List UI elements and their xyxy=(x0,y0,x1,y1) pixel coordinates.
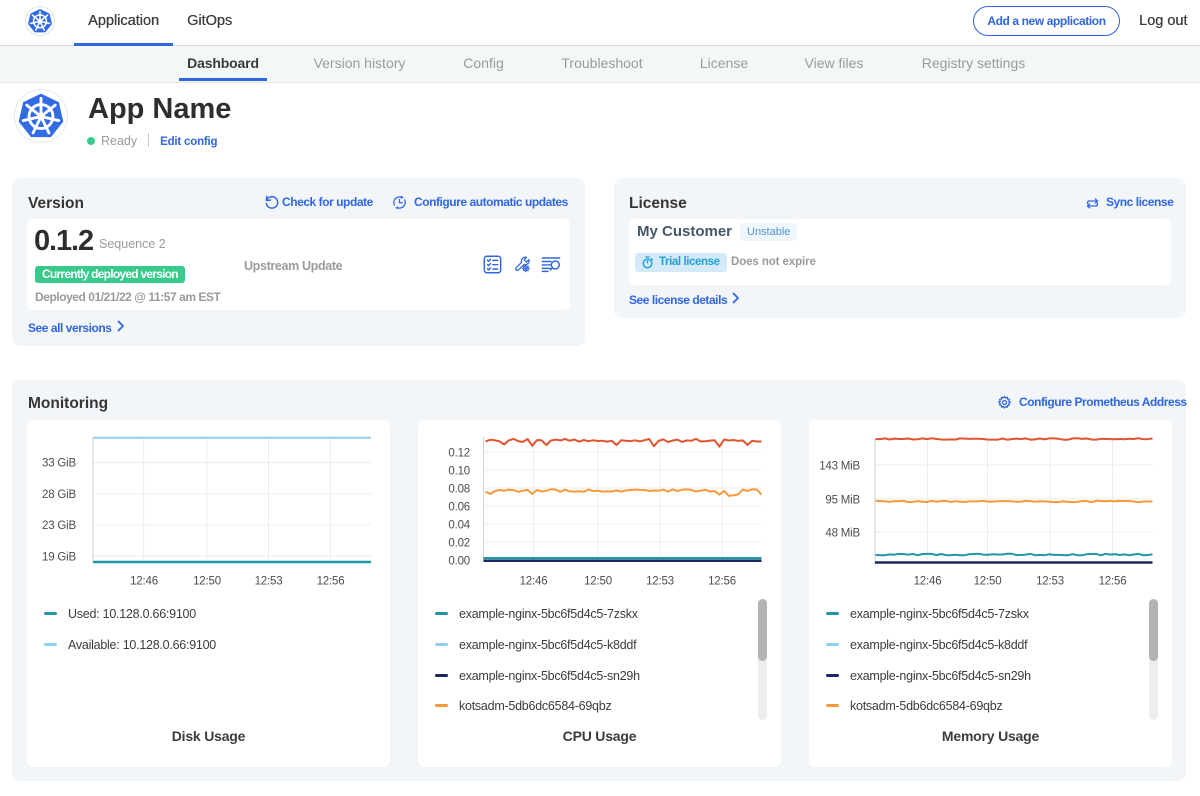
svg-text:12:53: 12:53 xyxy=(646,576,674,588)
svg-text:0.10: 0.10 xyxy=(448,466,470,478)
svg-text:0.08: 0.08 xyxy=(448,484,470,496)
svg-text:0.12: 0.12 xyxy=(448,448,470,460)
svg-text:12:46: 12:46 xyxy=(520,576,548,588)
svg-text:28 GiB: 28 GiB xyxy=(42,489,76,501)
svg-text:0.02: 0.02 xyxy=(448,538,470,550)
svg-text:33 GiB: 33 GiB xyxy=(42,458,76,470)
svg-text:12:53: 12:53 xyxy=(255,576,283,588)
svg-text:12:50: 12:50 xyxy=(584,576,612,588)
svg-text:0.00: 0.00 xyxy=(448,556,470,568)
svg-text:12:56: 12:56 xyxy=(317,576,345,588)
svg-text:0.04: 0.04 xyxy=(448,520,470,532)
svg-text:12:56: 12:56 xyxy=(1099,576,1127,588)
svg-text:12:56: 12:56 xyxy=(708,576,736,588)
svg-text:48 MiB: 48 MiB xyxy=(825,528,860,540)
svg-text:12:53: 12:53 xyxy=(1036,576,1064,588)
svg-text:19 GiB: 19 GiB xyxy=(42,552,76,564)
svg-text:143 MiB: 143 MiB xyxy=(819,461,860,473)
svg-text:95 MiB: 95 MiB xyxy=(825,495,860,507)
svg-text:12:50: 12:50 xyxy=(193,576,221,588)
svg-text:0.06: 0.06 xyxy=(448,502,470,514)
svg-text:23 GiB: 23 GiB xyxy=(42,520,76,532)
svg-text:12:46: 12:46 xyxy=(914,576,942,588)
svg-text:12:50: 12:50 xyxy=(974,576,1002,588)
svg-text:12:46: 12:46 xyxy=(130,576,158,588)
